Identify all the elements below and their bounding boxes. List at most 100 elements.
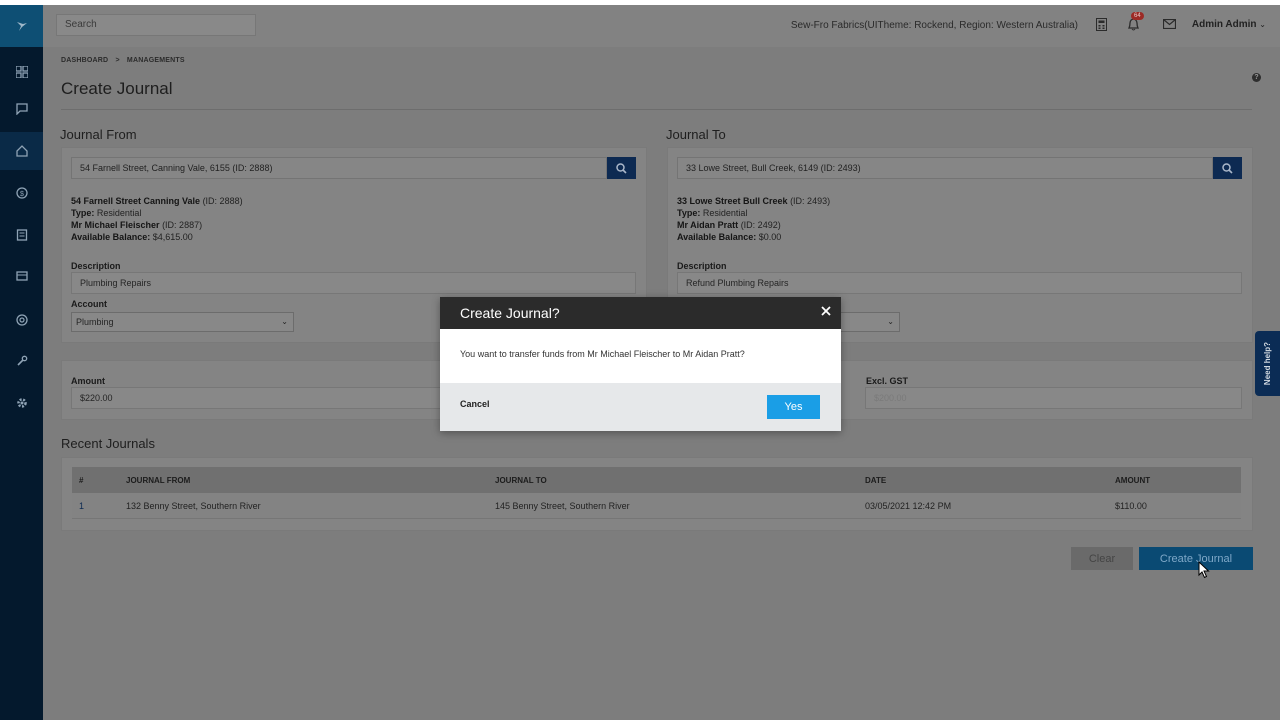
sidebar-item-settings[interactable] xyxy=(0,384,43,422)
from-balance-value: $4,615.00 xyxy=(152,232,193,242)
wrench-icon xyxy=(16,355,27,366)
need-help-tab[interactable]: Need help? xyxy=(1255,331,1280,396)
from-type-label: Type: xyxy=(71,208,95,218)
to-owner-name: Mr Aidan Pratt xyxy=(677,220,739,230)
journal-from-title: Journal From xyxy=(60,127,137,142)
yes-button[interactable]: Yes xyxy=(767,395,820,419)
to-description-field[interactable]: Refund Plumbing Repairs xyxy=(677,272,1242,294)
column-header-amount[interactable]: AMOUNT xyxy=(1115,476,1150,485)
column-header-number: # xyxy=(79,476,84,485)
cancel-button[interactable]: Cancel xyxy=(460,399,490,409)
title-divider xyxy=(61,109,1252,110)
grid-icon xyxy=(15,66,28,78)
excl-gst-label: Excl. GST xyxy=(866,376,909,386)
sidebar-item-finance[interactable]: $ xyxy=(0,174,43,212)
breadcrumb: DASHBOARD > MANAGEMENTS xyxy=(61,57,185,64)
document-icon xyxy=(16,229,27,241)
from-property-id: (ID: 2888) xyxy=(202,196,243,206)
top-header: Search Sew-Fro Fabrics(UITheme: Rockend,… xyxy=(43,5,1280,47)
column-header-date[interactable]: DATE xyxy=(865,476,886,485)
chat-icon xyxy=(15,103,28,115)
from-property-name: 54 Farnell Street Canning Vale xyxy=(71,196,201,206)
to-description-label: Description xyxy=(677,261,727,271)
mail-icon[interactable] xyxy=(1160,15,1178,33)
dollar-icon: $ xyxy=(15,187,28,199)
sidebar-item-home[interactable] xyxy=(0,132,43,170)
tray-icon xyxy=(15,271,28,281)
column-header-to[interactable]: JOURNAL TO xyxy=(495,476,547,485)
search-icon xyxy=(616,162,627,174)
to-property-id: (ID: 2493) xyxy=(790,196,831,206)
to-property-name: 33 Lowe Street Bull Creek xyxy=(677,196,788,206)
bird-logo-icon xyxy=(16,22,27,31)
help-icon[interactable]: ? xyxy=(1252,73,1261,82)
sidebar-item-tools[interactable] xyxy=(0,342,43,380)
chevron-down-icon: ⌄ xyxy=(1259,20,1266,29)
from-type-value: Residential xyxy=(96,208,142,218)
create-journal-button[interactable]: Create Journal xyxy=(1139,547,1253,570)
amount-label: Amount xyxy=(71,376,105,386)
from-owner-id: (ID: 2887) xyxy=(162,220,203,230)
gear-icon xyxy=(16,398,27,408)
page-title: Create Journal xyxy=(61,79,173,98)
from-balance-label: Available Balance: xyxy=(71,232,151,242)
account-select[interactable]: Plumbing ⌄ xyxy=(71,312,294,332)
row-number-link[interactable]: 1 xyxy=(79,501,84,511)
from-description-field[interactable]: Plumbing Repairs xyxy=(71,272,636,294)
confirm-dialog: Create Journal? You want to transfer fun… xyxy=(440,297,841,431)
svg-text:$: $ xyxy=(20,191,24,198)
account-label: Account xyxy=(71,299,107,309)
recent-journals-title: Recent Journals xyxy=(61,436,155,451)
to-balance-label: Available Balance: xyxy=(677,232,757,242)
search-input[interactable]: Search xyxy=(56,14,256,36)
journal-from-info: 54 Farnell Street Canning Vale (ID: 2888… xyxy=(71,195,243,243)
to-balance-value: $0.00 xyxy=(758,232,782,242)
sidebar-item-documents[interactable] xyxy=(0,216,43,254)
table-header: # JOURNAL FROM JOURNAL TO DATE AMOUNT xyxy=(72,467,1241,493)
sidebar-item-dashboard[interactable] xyxy=(0,53,43,91)
theme-info-text: Sew-Fro Fabrics(UITheme: Rockend, Region… xyxy=(790,20,1078,31)
sidebar: $ xyxy=(0,5,43,720)
clear-button[interactable]: Clear xyxy=(1071,547,1133,570)
home-icon xyxy=(15,145,28,157)
breadcrumb-dashboard[interactable]: DASHBOARD xyxy=(61,57,108,64)
dialog-body: You want to transfer funds from Mr Micha… xyxy=(440,329,841,383)
row-journal-to: 145 Benny Street, Southern River xyxy=(495,501,630,511)
table-row[interactable]: 1 132 Benny Street, Southern River 145 B… xyxy=(72,493,1241,519)
chevron-down-icon: ⌄ xyxy=(887,317,894,326)
journal-to-title: Journal To xyxy=(666,127,726,142)
from-description-label: Description xyxy=(71,261,121,271)
user-menu[interactable]: Admin Admin ⌄ xyxy=(1192,19,1266,30)
account-selected-value: Plumbing xyxy=(76,317,114,327)
row-date: 03/05/2021 12:42 PM xyxy=(865,501,952,511)
journal-from-search-button[interactable] xyxy=(607,157,636,179)
close-icon[interactable] xyxy=(819,304,833,318)
journal-to-search-button[interactable] xyxy=(1213,157,1242,179)
user-name: Admin Admin xyxy=(1191,19,1257,30)
journal-to-property-input[interactable]: 33 Lowe Street, Bull Creek, 6149 (ID: 24… xyxy=(677,157,1213,179)
app-logo[interactable] xyxy=(0,5,43,47)
mouse-cursor-icon xyxy=(1198,560,1210,584)
to-owner-id: (ID: 2492) xyxy=(740,220,781,230)
excl-gst-field: $200.00 xyxy=(865,387,1242,409)
column-header-from[interactable]: JOURNAL FROM xyxy=(126,476,190,485)
sidebar-item-reports[interactable] xyxy=(0,301,43,339)
dialog-header: Create Journal? xyxy=(440,297,841,329)
breadcrumb-managements[interactable]: MANAGEMENTS xyxy=(127,57,185,64)
dialog-title: Create Journal? xyxy=(460,305,560,321)
row-journal-from: 132 Benny Street, Southern River xyxy=(126,501,261,511)
target-icon xyxy=(15,314,28,326)
to-type-label: Type: xyxy=(677,208,701,218)
dialog-message: You want to transfer funds from Mr Micha… xyxy=(460,349,745,359)
search-icon xyxy=(1222,162,1233,174)
chevron-down-icon: ⌄ xyxy=(281,317,288,326)
breadcrumb-separator: > xyxy=(115,57,120,64)
journal-from-property-input[interactable]: 54 Farnell Street, Canning Vale, 6155 (I… xyxy=(71,157,607,179)
journal-to-info: 33 Lowe Street Bull Creek (ID: 2493) Typ… xyxy=(677,195,830,243)
sidebar-item-messages[interactable] xyxy=(0,90,43,128)
sidebar-item-inbox[interactable] xyxy=(0,257,43,295)
calculator-icon[interactable] xyxy=(1092,15,1110,33)
from-owner-name: Mr Michael Fleischer xyxy=(71,220,160,230)
amount-field[interactable]: $220.00 xyxy=(71,387,451,409)
dialog-footer: Cancel Yes xyxy=(440,383,841,431)
